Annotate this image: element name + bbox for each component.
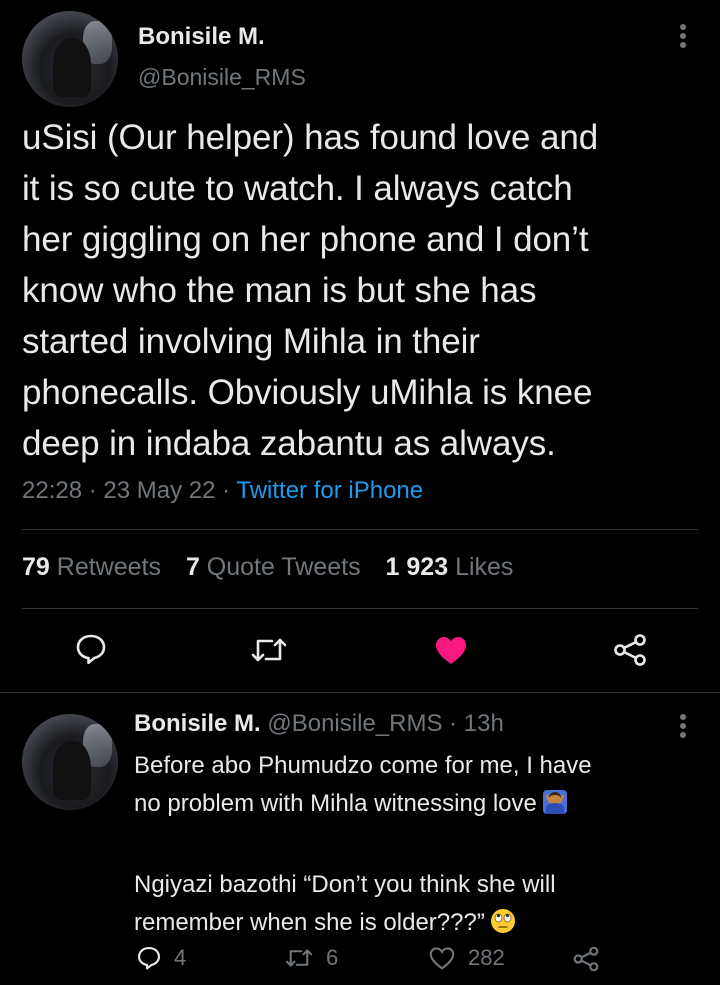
retweet-icon[interactable] [249, 634, 289, 671]
reply-author-handle[interactable]: @Bonisile_RMS [267, 710, 442, 737]
author-avatar[interactable] [22, 11, 118, 107]
avatar-figure [52, 37, 92, 98]
reply-text-line: no problem with Mihla witnessing love [134, 785, 694, 828]
retweet-count: 6 [326, 945, 339, 970]
reply-share-button[interactable] [572, 945, 612, 973]
share-icon[interactable] [612, 632, 648, 673]
reply-author-avatar[interactable] [22, 714, 118, 810]
tweet-text-line: know who the man is but she has [22, 271, 537, 310]
reply-blank-line [134, 828, 694, 866]
tweet-text-line: her giggling on her phone and I don’t [22, 220, 589, 259]
share-icon [573, 946, 599, 972]
tweet-meta: 22:28 · 23 May 22 · Twitter for iPhone [22, 477, 423, 505]
reply-header: Bonisile M. @Bonisile_RMS · 13h [134, 710, 504, 738]
tweet-text: uSisi (Our helper) has found love and it… [22, 112, 698, 469]
tweet-text-line: uSisi (Our helper) has found love and [22, 118, 599, 157]
tweet-source[interactable]: Twitter for iPhone [236, 477, 423, 504]
divider [0, 692, 720, 693]
divider [22, 529, 698, 530]
reply-icon [137, 946, 161, 970]
tweet-stats: 79 Retweets 7 Quote Tweets 1 923 Likes [22, 553, 531, 582]
person-gesturing-ok-emoji-icon [541, 788, 569, 828]
quote-tweets-stat[interactable]: 7 Quote Tweets [186, 553, 361, 581]
reply-text-line: remember when she is older???” [134, 904, 694, 947]
avatar-figure [52, 740, 92, 801]
reply-text-segment: remember when she is older???” [134, 909, 485, 936]
reply-text-segment: no problem with Mihla witnessing love [134, 790, 537, 817]
reply-author-name[interactable]: Bonisile M. [134, 710, 261, 737]
like-outline-icon [429, 947, 455, 970]
quotes-label: Quote Tweets [206, 553, 361, 581]
reply-text: Before abo Phumudzo come for me, I have … [134, 747, 694, 947]
divider [22, 608, 698, 609]
more-vertical-icon[interactable] [673, 23, 693, 53]
retweets-stat[interactable]: 79 Retweets [22, 553, 161, 581]
like-count: 282 [468, 945, 505, 970]
likes-label: Likes [455, 553, 514, 581]
more-vertical-icon[interactable] [673, 713, 693, 743]
tweet-text-line: started involving Mihla in their [22, 322, 480, 361]
reply-text-line: Ngiyazi bazothi “Don’t you think she wil… [134, 871, 556, 898]
reply-like-button[interactable]: 282 [428, 945, 505, 971]
reply-text-line: Before abo Phumudzo come for me, I have [134, 752, 592, 779]
reply-age: · 13h [449, 710, 504, 737]
reply-reply-button[interactable]: 4 [136, 945, 186, 971]
reply-icon[interactable] [74, 632, 108, 671]
quotes-count: 7 [185, 553, 200, 581]
retweet-icon [285, 949, 313, 967]
tweet-text-line: deep in indaba zabantu as always. [22, 424, 556, 463]
retweets-label: Retweets [56, 553, 161, 581]
tweet-timestamp[interactable]: 22:28 · 23 May 22 · [22, 477, 236, 504]
author-handle[interactable]: @Bonisile_RMS [138, 64, 306, 91]
rolling-eyes-emoji-icon [489, 907, 517, 947]
likes-stat[interactable]: 1 923 Likes [386, 553, 514, 581]
likes-count: 1 923 [385, 553, 449, 581]
tweet-text-line: it is so cute to watch. I always catch [22, 169, 573, 208]
reply-retweet-button[interactable]: 6 [284, 945, 338, 971]
retweets-count: 79 [22, 553, 50, 581]
reply-count: 4 [174, 945, 187, 970]
tweet-text-line: phonecalls. Obviously uMihla is knee [22, 373, 593, 412]
author-name[interactable]: Bonisile M. [138, 23, 265, 51]
like-icon[interactable] [434, 635, 468, 670]
